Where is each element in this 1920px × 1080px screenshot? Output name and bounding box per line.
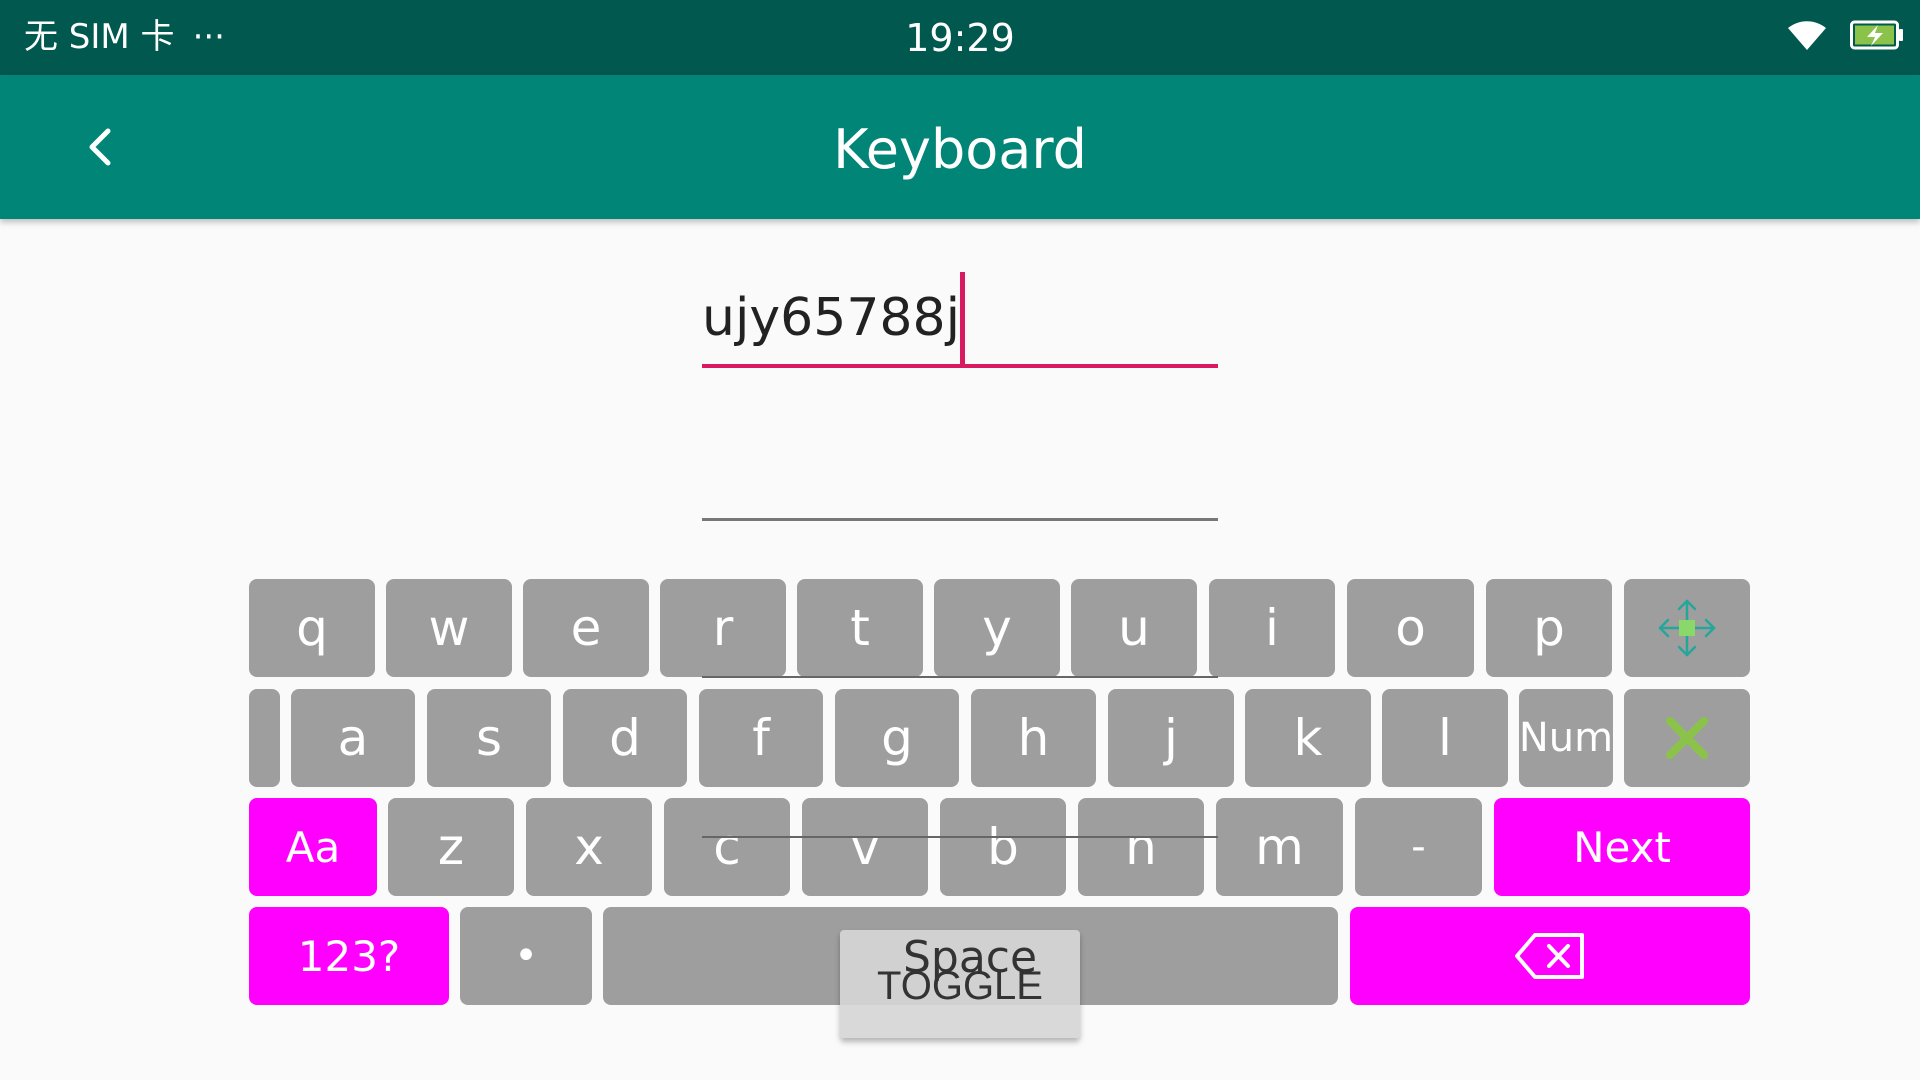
key-r[interactable]: r [660,579,786,677]
key-label: • [514,933,538,979]
key-l[interactable]: l [1382,689,1508,787]
shift-key[interactable]: Aa [249,798,377,896]
close-keyboard-button[interactable] [1624,689,1750,787]
text-input-value: ujy65788j [702,272,966,364]
move-keyboard-button[interactable] [1624,579,1750,677]
key-label: 123? [297,931,401,981]
space-key-label: Space [902,932,1038,983]
key-label: s [475,709,503,767]
dot-key[interactable]: • [460,907,592,1005]
key-u[interactable]: u [1071,579,1197,677]
key-label: w [428,599,470,657]
key-label: o [1395,599,1426,657]
app-bar: Keyboard [0,75,1920,219]
key-label: v [850,818,880,876]
key-label: n [1125,818,1157,876]
key-label: Next [1573,822,1671,872]
key-f[interactable]: f [699,689,823,787]
key-q[interactable]: q [249,579,375,677]
wifi-icon [1788,21,1826,50]
backspace-key[interactable] [1350,907,1750,1005]
key-label: x [574,818,604,876]
page-title: Keyboard [833,118,1087,181]
key-label: q [296,599,328,657]
key-x[interactable]: x [526,798,652,896]
close-x-icon [1666,717,1708,759]
key-label: e [570,599,602,657]
key-k[interactable]: k [1245,689,1371,787]
num-key[interactable]: Num [1519,689,1613,787]
key-n[interactable]: n [1078,798,1204,896]
move-arrows-icon [1658,599,1716,657]
key-label: j [1164,709,1178,767]
key-c[interactable]: c [664,798,790,896]
key-label: p [1533,599,1565,657]
key-y[interactable]: y [934,579,1060,677]
key-label: y [982,599,1012,657]
key-label: r [712,599,734,657]
key-label: Aa [285,822,341,872]
key-label: i [1265,599,1279,657]
key-label: l [1438,709,1452,767]
key-t[interactable]: t [797,579,923,677]
key-label: Num [1518,715,1614,761]
battery-charging-icon [1850,20,1903,50]
key-dash[interactable]: - [1355,798,1482,896]
key-z[interactable]: z [388,798,514,896]
key-label: f [752,709,770,767]
status-icons [1786,18,1904,52]
key-partial-left[interactable] [249,689,280,787]
key-p[interactable]: p [1486,579,1612,677]
key-label: z [437,818,465,876]
key-o[interactable]: o [1347,579,1474,677]
key-i[interactable]: i [1209,579,1335,677]
key-label: k [1293,709,1323,767]
key-label: u [1118,599,1150,657]
key-e[interactable]: e [523,579,649,677]
field-underline-overlay [702,676,1218,678]
text-input-second[interactable] [702,440,1218,521]
text-input-focused[interactable]: ujy65788j [702,272,1218,368]
key-w[interactable]: w [386,579,512,677]
next-key[interactable]: Next [1494,798,1750,896]
key-d[interactable]: d [563,689,687,787]
key-label: b [987,818,1019,876]
key-label: c [713,818,741,876]
key-s[interactable]: s [427,689,551,787]
key-label: - [1411,824,1426,870]
key-label: d [609,709,641,767]
key-j[interactable]: j [1108,689,1234,787]
key-label: t [850,599,870,657]
key-h[interactable]: h [971,689,1096,787]
key-label: g [881,709,913,767]
backspace-icon [1515,933,1584,979]
clock: 19:29 [905,16,1015,60]
key-b[interactable]: b [940,798,1066,896]
key-label: h [1017,709,1050,767]
key-label: m [1255,818,1304,876]
key-m[interactable]: m [1216,798,1343,896]
symbols-key[interactable]: 123? [249,907,449,1005]
key-g[interactable]: g [835,689,959,787]
field-underline-overlay [702,836,1218,838]
status-bar: 无 SIM 卡 ··· 19:29 [0,0,1920,75]
key-a[interactable]: a [291,689,415,787]
key-v[interactable]: v [802,798,928,896]
key-label: a [337,709,369,767]
